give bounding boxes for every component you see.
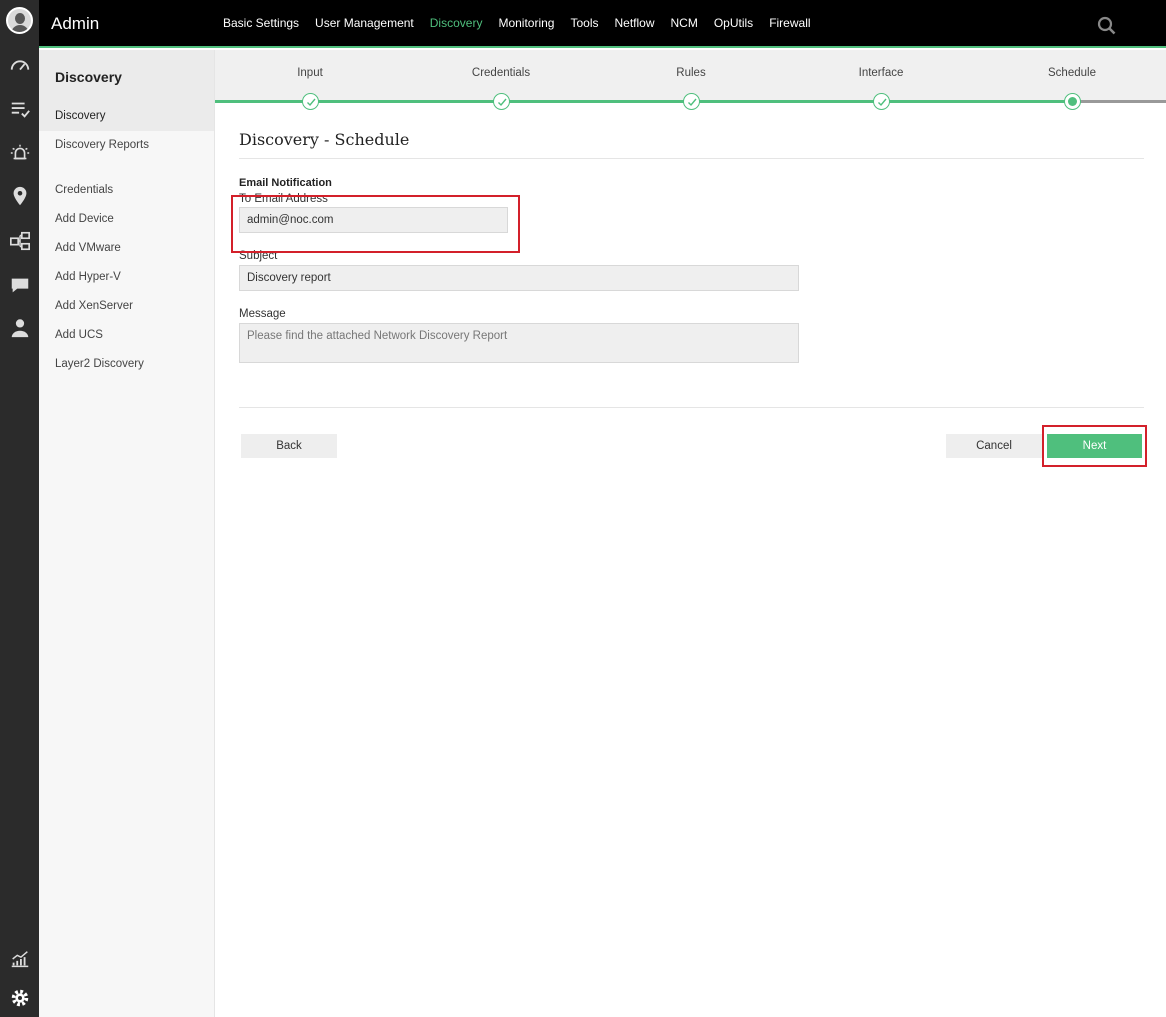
search-icon[interactable]: [1097, 16, 1117, 36]
nav-oputils[interactable]: OpUtils: [714, 16, 753, 30]
page-title: Discovery - Schedule: [239, 130, 1144, 159]
chat-icon[interactable]: [7, 272, 32, 297]
dashboard-icon[interactable]: [7, 52, 32, 77]
reports-chart-icon[interactable]: [7, 946, 32, 971]
nav-monitoring[interactable]: Monitoring: [498, 16, 554, 30]
settings-gear-icon[interactable]: [7, 985, 32, 1010]
step-schedule-label[interactable]: Schedule: [1022, 67, 1122, 79]
nav-basic-settings[interactable]: Basic Settings: [223, 16, 299, 30]
step-interface-check-icon[interactable]: [873, 93, 890, 110]
back-button[interactable]: Back: [241, 434, 337, 458]
sidebar-item-layer2-discovery[interactable]: Layer2 Discovery: [39, 350, 214, 379]
alarms-icon[interactable]: [7, 140, 32, 165]
app-title: Admin: [51, 14, 100, 33]
sidebar-item-add-xenserver[interactable]: Add XenServer: [39, 292, 214, 321]
nav-ncm[interactable]: NCM: [671, 16, 698, 30]
sidebar-header: Discovery: [39, 50, 214, 102]
step-credentials-check-icon[interactable]: [493, 93, 510, 110]
message-field[interactable]: Please find the attached Network Discove…: [239, 323, 799, 363]
step-schedule-current-dot-icon[interactable]: [1064, 93, 1081, 110]
email-notification-heading: Email Notification: [239, 177, 332, 189]
nav-user-management[interactable]: User Management: [315, 16, 414, 30]
sidebar-item-add-device[interactable]: Add Device: [39, 205, 214, 234]
step-rules-check-icon[interactable]: [683, 93, 700, 110]
stepper-progress-line: [215, 100, 1072, 103]
inventory-list-icon[interactable]: [7, 96, 32, 121]
sidebar-item-discovery[interactable]: Discovery: [39, 102, 214, 131]
email-highlight-box: [231, 195, 520, 253]
top-nav: Basic Settings User Management Discovery…: [223, 16, 827, 30]
sidebar-item-add-hyper-v[interactable]: Add Hyper-V: [39, 263, 214, 292]
subject-field[interactable]: Discovery report: [239, 265, 799, 291]
avatar[interactable]: [6, 7, 33, 34]
sidebar-item-add-ucs[interactable]: Add UCS: [39, 321, 214, 350]
sidebar: Discovery Discovery Discovery Reports Cr…: [39, 50, 215, 1017]
user-icon[interactable]: [7, 315, 32, 340]
sidebar-item-discovery-reports[interactable]: Discovery Reports: [39, 131, 214, 160]
map-pin-icon[interactable]: [7, 183, 32, 208]
stepper-remaining-line: [1072, 100, 1166, 103]
message-label: Message: [239, 308, 286, 320]
step-input-label[interactable]: Input: [260, 67, 360, 79]
wizard-stepper: Input Credentials Rules Interface Schedu…: [215, 50, 1166, 110]
nav-firewall[interactable]: Firewall: [769, 16, 810, 30]
cancel-button[interactable]: Cancel: [946, 434, 1042, 458]
step-interface-label[interactable]: Interface: [831, 67, 931, 79]
sidebar-item-add-vmware[interactable]: Add VMware: [39, 234, 214, 263]
step-input-check-icon[interactable]: [302, 93, 319, 110]
sidebar-item-credentials[interactable]: Credentials: [39, 176, 214, 205]
step-rules-label[interactable]: Rules: [641, 67, 741, 79]
icon-rail: [0, 0, 39, 1017]
nav-discovery[interactable]: Discovery: [430, 16, 483, 30]
form-divider: [239, 407, 1144, 408]
step-credentials-label[interactable]: Credentials: [451, 67, 551, 79]
next-highlight-box: [1042, 425, 1147, 467]
top-bar: Admin Basic Settings User Management Dis…: [39, 0, 1166, 48]
nav-netflow[interactable]: Netflow: [615, 16, 655, 30]
nav-tools[interactable]: Tools: [570, 16, 598, 30]
network-topology-icon[interactable]: [7, 228, 32, 253]
